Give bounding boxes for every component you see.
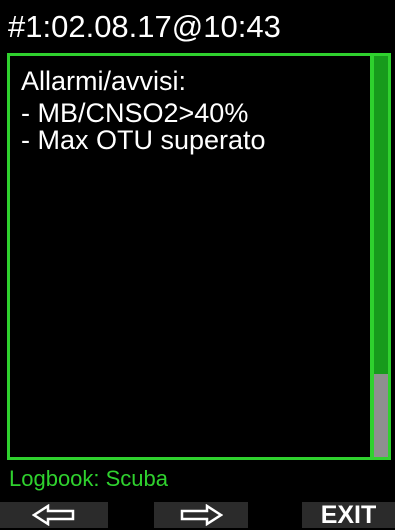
scrollbar-thumb[interactable]: [374, 374, 388, 457]
scrollbar[interactable]: [374, 56, 388, 457]
mode-label: Logbook: Scuba: [9, 466, 169, 491]
exit-button-label: EXIT: [320, 500, 377, 529]
arrow-right-icon: [180, 504, 223, 526]
alarms-content: Allarmi/avvisi: - MB/CNSO2>40% - Max OTU…: [10, 56, 374, 457]
header-bar: #1:02.08.17@10:43: [0, 0, 395, 52]
alarms-panel: Allarmi/avvisi: - MB/CNSO2>40% - Max OTU…: [7, 53, 391, 460]
arrow-left-icon: [32, 504, 75, 526]
exit-button[interactable]: EXIT: [302, 500, 395, 529]
alarm-list: - MB/CNSO2>40% - Max OTU superato: [21, 100, 374, 154]
alarm-item-otu: - Max OTU superato: [21, 125, 266, 155]
dive-log-title: #1:02.08.17@10:43: [8, 9, 281, 44]
softkey-bar: EXIT: [0, 497, 395, 529]
alarm-item-cns: - MB/CNSO2>40%: [21, 98, 249, 128]
next-button[interactable]: [154, 502, 248, 528]
alarms-heading: Allarmi/avvisi:: [21, 66, 187, 96]
previous-button[interactable]: [0, 502, 108, 528]
